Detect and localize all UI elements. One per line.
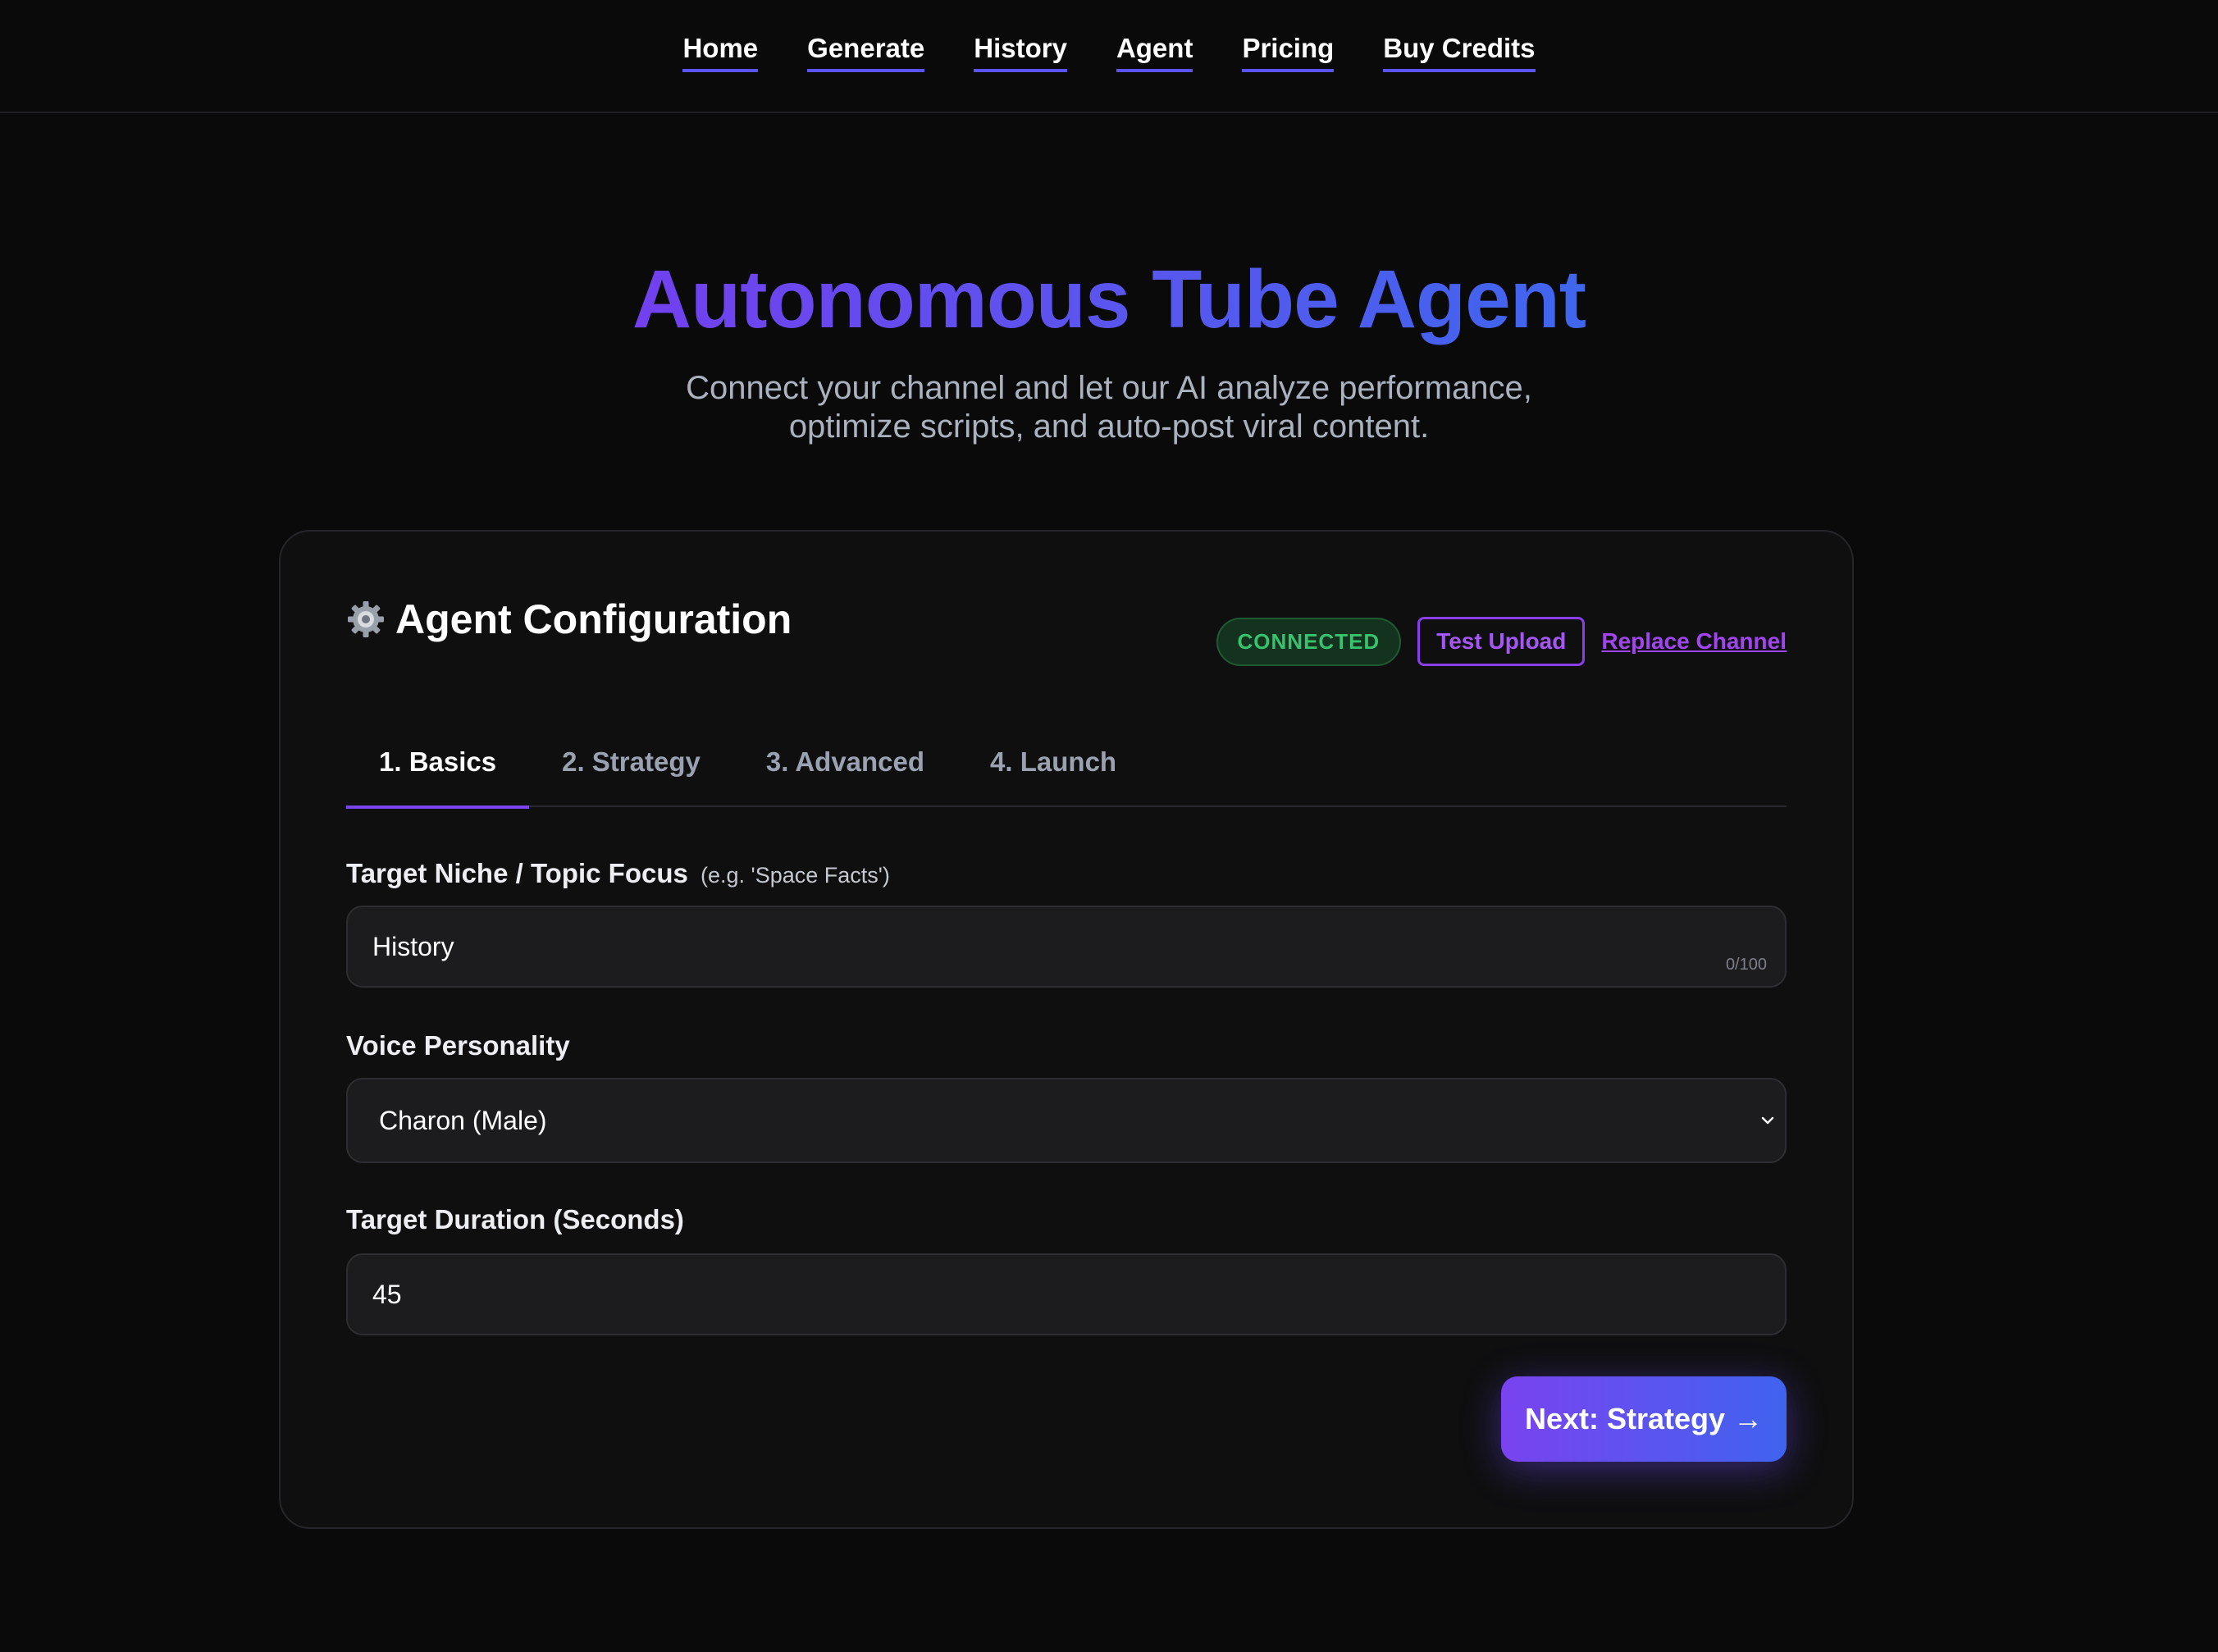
- page-subtitle-line-1: Connect your channel and let our AI anal…: [686, 370, 1532, 406]
- niche-hint: (e.g. 'Space Facts'): [701, 863, 890, 888]
- nav-link-home[interactable]: Home: [682, 33, 759, 72]
- card-actions: CONNECTED Test Upload Replace Channel: [1216, 617, 1787, 666]
- niche-input[interactable]: History 0/100: [346, 906, 1787, 988]
- tab-strategy[interactable]: 2. Strategy: [529, 722, 733, 807]
- card-title: Agent Configuration: [346, 599, 792, 640]
- card-title-text: Agent Configuration: [395, 596, 792, 642]
- nav-link-buy-credits[interactable]: Buy Credits: [1383, 33, 1536, 72]
- voice-select[interactable]: Charon (Male): [346, 1078, 1787, 1163]
- status-badge: CONNECTED: [1216, 617, 1402, 666]
- chevron-down-icon: [1761, 1116, 1774, 1125]
- nav-link-generate[interactable]: Generate: [807, 33, 925, 72]
- nav-link-agent[interactable]: Agent: [1116, 33, 1193, 72]
- agent-config-card: Agent Configuration CONNECTED Test Uploa…: [279, 530, 1854, 1529]
- config-tabs: 1. Basics 2. Strategy 3. Advanced 4. Lau…: [346, 722, 1787, 809]
- nav-link-pricing[interactable]: Pricing: [1242, 33, 1335, 72]
- page-subtitle-line-2: optimize scripts, and auto-post viral co…: [788, 408, 1430, 445]
- voice-label: Voice Personality: [346, 1030, 570, 1061]
- nav-link-history[interactable]: History: [974, 33, 1067, 72]
- page-subtitle: Connect your channel and let our AI anal…: [0, 369, 2218, 446]
- test-upload-button[interactable]: Test Upload: [1417, 617, 1586, 666]
- top-nav: Home Generate History Agent Pricing Buy …: [0, 0, 2218, 113]
- niche-label: Target Niche / Topic Focus (e.g. 'Space …: [346, 858, 890, 889]
- duration-input[interactable]: 45: [346, 1253, 1787, 1335]
- niche-char-count: 0/100: [1725, 956, 1767, 974]
- page-title: Autonomous Tube Agent: [0, 254, 2218, 345]
- duration-input-value: 45: [372, 1279, 402, 1309]
- niche-label-text: Target Niche / Topic Focus: [346, 858, 688, 888]
- duration-label: Target Duration (Seconds): [346, 1204, 684, 1234]
- gear-icon: [348, 601, 384, 637]
- page-title-text: Autonomous Tube Agent: [632, 253, 1586, 345]
- replace-channel-link[interactable]: Replace Channel: [1601, 628, 1787, 655]
- tab-advanced[interactable]: 3. Advanced: [733, 722, 957, 807]
- voice-select-value: Charon (Male): [379, 1105, 547, 1135]
- next-strategy-button[interactable]: Next: Strategy →: [1501, 1376, 1787, 1462]
- tab-launch[interactable]: 4. Launch: [957, 722, 1149, 807]
- niche-input-value: History: [372, 931, 454, 961]
- tab-basics[interactable]: 1. Basics: [346, 722, 530, 809]
- nav-links: Home Generate History Agent Pricing Buy …: [682, 0, 1536, 72]
